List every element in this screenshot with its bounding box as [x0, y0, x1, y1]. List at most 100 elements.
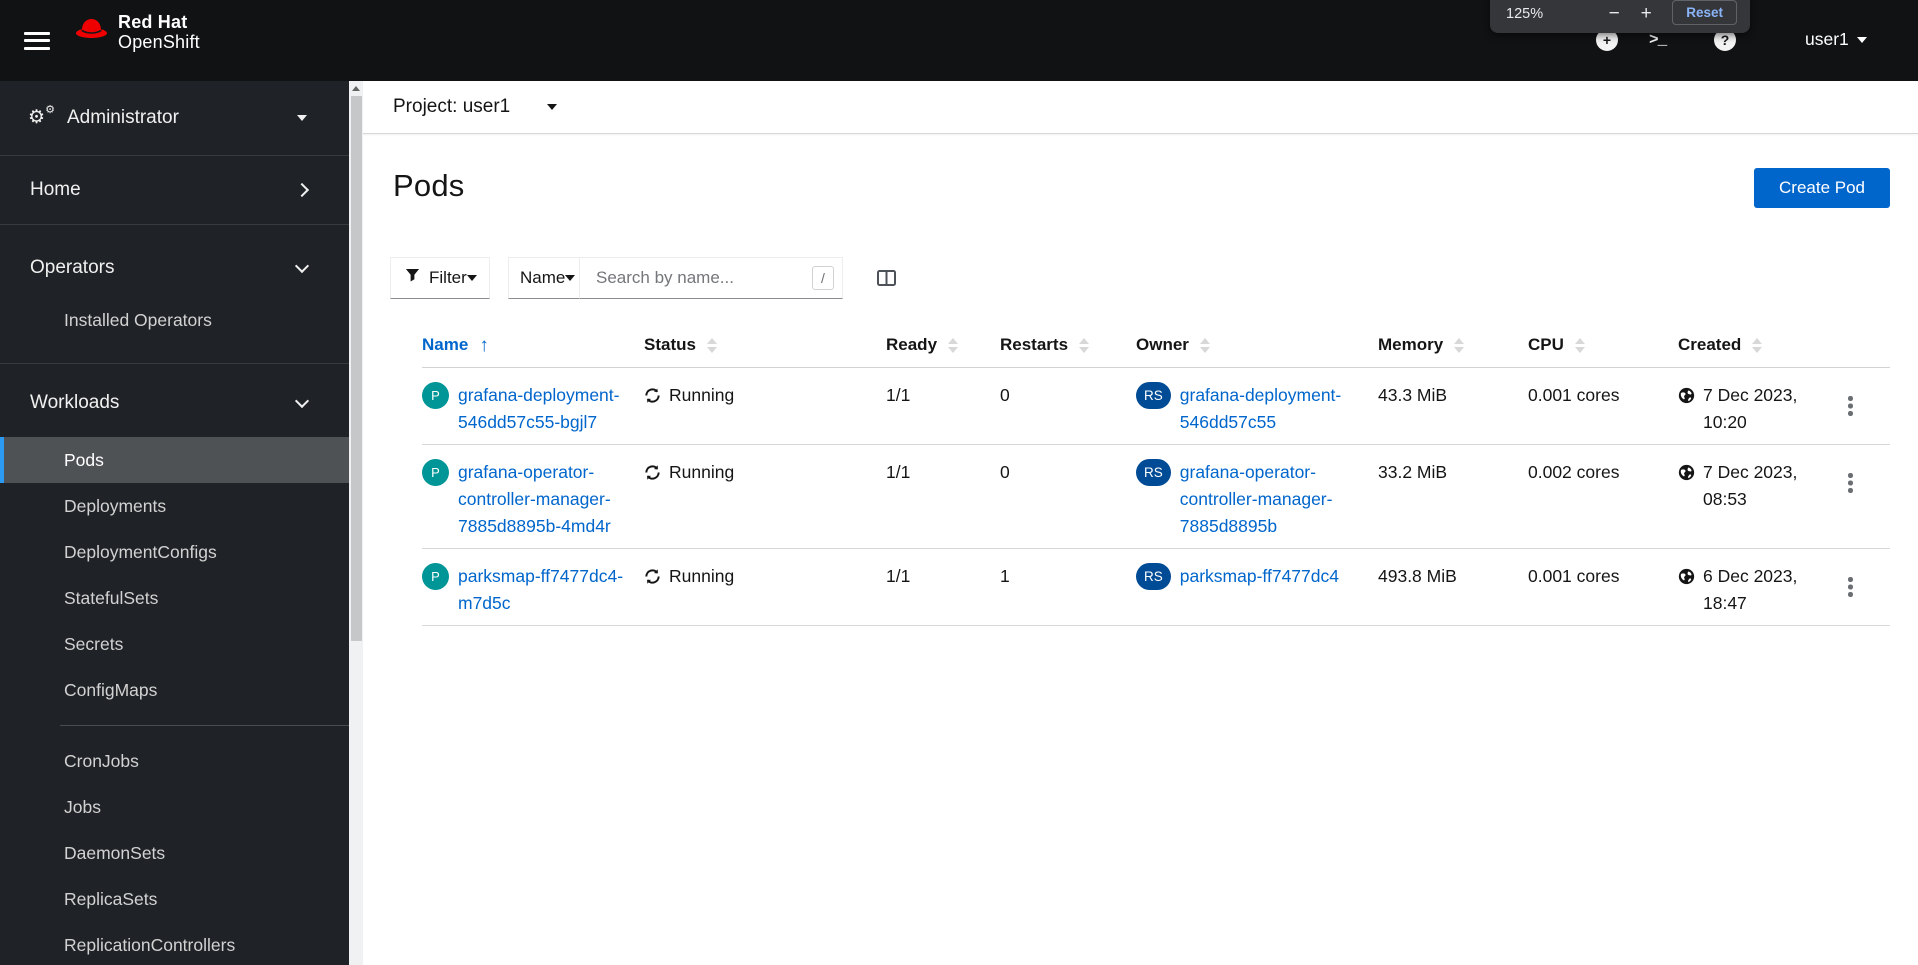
sidebar-item-operators[interactable]: Operators — [0, 225, 349, 279]
column-header-memory[interactable]: Memory — [1378, 325, 1528, 368]
zoom-out-button[interactable]: − — [1598, 3, 1630, 25]
sync-running-icon — [645, 465, 660, 480]
cpu-cell: 0.001 cores — [1528, 549, 1678, 626]
sidebar-item-cronjobs[interactable]: CronJobs — [0, 738, 349, 784]
actions-cell — [1838, 445, 1890, 549]
chevron-down-icon — [1856, 36, 1867, 43]
kebab-menu-icon[interactable] — [1838, 390, 1863, 422]
zoom-in-button[interactable]: + — [1630, 3, 1662, 25]
sort-icon[interactable] — [1454, 337, 1465, 353]
sidebar-item-statefulsets[interactable]: StatefulSets — [0, 575, 349, 621]
terminal-icon[interactable]: >_ — [1649, 31, 1667, 49]
hamburger-menu-icon[interactable] — [24, 27, 52, 53]
zoom-reset-button[interactable]: Reset — [1672, 0, 1737, 25]
search-input[interactable] — [580, 257, 843, 299]
workloads-subnav: Pods Deployments DeploymentConfigs State… — [0, 437, 349, 965]
perspective-label: Administrator — [67, 107, 179, 128]
sidebar-item-deploymentconfigs[interactable]: DeploymentConfigs — [0, 529, 349, 575]
filter-dropdown[interactable]: Filter — [390, 257, 490, 299]
actions-cell — [1838, 549, 1890, 626]
created-cell: 7 Dec 2023, 08:53 — [1678, 445, 1838, 549]
project-selector[interactable]: Project: user1 — [363, 81, 1918, 134]
memory-cell: 493.8 MiB — [1378, 549, 1528, 626]
column-header-status[interactable]: Status — [644, 325, 886, 368]
page-header: Pods Create Pod — [363, 134, 1918, 208]
sidebar-item-workloads[interactable]: Workloads — [0, 364, 349, 414]
column-header-cpu[interactable]: CPU — [1528, 325, 1678, 368]
scrollbar-up-arrow-icon[interactable] — [352, 86, 360, 91]
replicaset-resource-icon: RS — [1136, 459, 1171, 486]
zoom-level: 125% — [1506, 6, 1544, 22]
divider — [60, 725, 349, 726]
caret-down-icon — [547, 104, 558, 110]
cogs-icon: ⚙ ⚙ — [28, 104, 55, 128]
search-type-dropdown[interactable]: Name — [508, 257, 580, 299]
ready-cell: 1/1 — [886, 368, 1000, 445]
perspective-switcher[interactable]: ⚙ ⚙ Administrator — [0, 81, 349, 156]
pod-link[interactable]: grafana-operator- controller-manager- 78… — [458, 459, 611, 540]
sidebar-item-installed-operators[interactable]: Installed Operators — [0, 297, 349, 343]
toolbar: Filter Name / — [390, 257, 1890, 299]
page-title: Pods — [393, 168, 465, 203]
column-header-restarts[interactable]: Restarts — [1000, 325, 1136, 368]
sort-icon[interactable] — [1199, 337, 1210, 353]
redhat-fedora-icon — [73, 16, 109, 48]
pod-resource-icon: P — [422, 459, 449, 486]
pod-link[interactable]: parksmap-ff7477dc4- m7d5c — [458, 563, 623, 617]
pod-link[interactable]: grafana-deployment- 546dd57c55-bgjl7 — [458, 382, 619, 436]
create-pod-button[interactable]: Create Pod — [1754, 168, 1890, 208]
sidebar-item-home[interactable]: Home — [0, 156, 349, 225]
cpu-cell: 0.002 cores — [1528, 445, 1678, 549]
sidebar-item-secrets[interactable]: Secrets — [0, 621, 349, 667]
sync-running-icon — [645, 388, 660, 403]
created-cell: 7 Dec 2023, 10:20 — [1678, 368, 1838, 445]
scrollbar-thumb[interactable] — [350, 96, 362, 641]
masthead: Red Hat OpenShift + >_ ? user1 125% − + … — [0, 0, 1918, 81]
browser-zoom-popup: 125% − + Reset — [1490, 0, 1750, 33]
main-content: Project: user1 Pods Create Pod Filter Na… — [363, 81, 1918, 965]
sidebar-item-replicasets[interactable]: ReplicaSets — [0, 876, 349, 922]
chevron-down-icon — [294, 393, 310, 409]
sort-icon[interactable] — [1752, 337, 1763, 353]
sort-icon[interactable] — [948, 337, 959, 353]
keyboard-shortcut-badge: / — [812, 266, 834, 290]
redhat-openshift-logo: Red Hat OpenShift — [73, 12, 200, 52]
user-menu[interactable]: user1 — [1805, 29, 1867, 50]
created-cell: 6 Dec 2023, 18:47 — [1678, 549, 1838, 626]
sidebar-item-deployments[interactable]: Deployments — [0, 483, 349, 529]
sidebar-item-configmaps[interactable]: ConfigMaps — [0, 667, 349, 713]
column-header-owner[interactable]: Owner — [1136, 325, 1378, 368]
sidebar-item-daemonsets[interactable]: DaemonSets — [0, 830, 349, 876]
sidebar-item-pods[interactable]: Pods — [0, 437, 349, 483]
sidebar-item-jobs[interactable]: Jobs — [0, 784, 349, 830]
owner-cell: RS grafana-operator- controller-manager-… — [1136, 445, 1378, 549]
globe-icon — [1678, 387, 1695, 404]
pod-resource-icon: P — [422, 382, 449, 409]
sort-icon[interactable] — [706, 337, 717, 353]
sidebar-scrollbar[interactable] — [349, 81, 363, 965]
column-header-ready[interactable]: Ready — [886, 325, 1000, 368]
owner-link[interactable]: grafana-deployment- 546dd57c55 — [1180, 382, 1341, 436]
sidebar-navigation: ⚙ ⚙ Administrator Home Operators Installe… — [0, 81, 349, 965]
kebab-menu-icon[interactable] — [1838, 571, 1863, 603]
replicaset-resource-icon: RS — [1136, 563, 1171, 590]
kebab-menu-icon[interactable] — [1838, 467, 1863, 499]
owner-link[interactable]: parksmap-ff7477dc4 — [1180, 563, 1339, 590]
restarts-cell: 0 — [1000, 445, 1136, 549]
brand-line1: Red Hat — [118, 12, 188, 32]
pod-resource-icon: P — [422, 563, 449, 590]
sidebar-item-replicationcontrollers[interactable]: ReplicationControllers — [0, 922, 349, 965]
sort-icon[interactable] — [1079, 337, 1090, 353]
globe-icon — [1678, 464, 1695, 481]
column-header-created[interactable]: Created — [1678, 325, 1838, 368]
owner-link[interactable]: grafana-operator- controller-manager- 78… — [1180, 459, 1333, 540]
status-cell: Running — [644, 368, 886, 445]
column-header-name[interactable]: Name ↑ — [422, 325, 644, 368]
sort-icon[interactable] — [1574, 337, 1585, 353]
manage-columns-button[interactable] — [877, 270, 896, 286]
status-cell: Running — [644, 549, 886, 626]
restarts-cell: 1 — [1000, 549, 1136, 626]
replicaset-resource-icon: RS — [1136, 382, 1171, 409]
table-row: P grafana-operator- controller-manager- … — [422, 445, 1890, 549]
caret-down-icon — [466, 275, 477, 281]
